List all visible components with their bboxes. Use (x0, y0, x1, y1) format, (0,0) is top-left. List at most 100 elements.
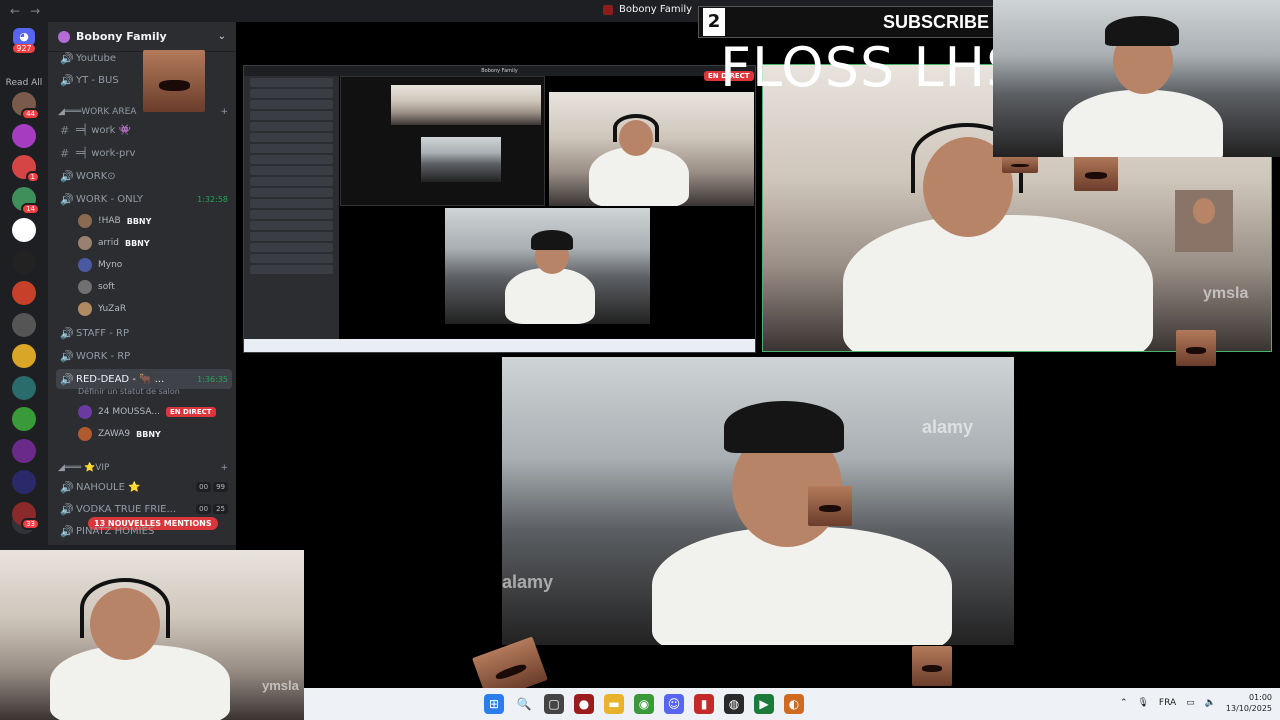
search-icon[interactable]: 🔍 (514, 694, 534, 714)
discord-icon[interactable]: ☺ (664, 694, 684, 714)
taskview-icon[interactable]: ▢ (544, 694, 564, 714)
server-icon[interactable] (12, 218, 36, 242)
server-icon[interactable] (12, 249, 36, 274)
meme-face-image (808, 486, 852, 526)
volume-icon[interactable]: 🔈 (1205, 698, 1216, 708)
channel-label: WORK - RP (76, 350, 131, 362)
voice-channel-icon: 🔊 (60, 51, 74, 65)
watermark-text: alamy (502, 572, 554, 592)
channel-item[interactable]: 🔊 NAHOULE ⭐ 00 99 (56, 477, 232, 497)
terminal-icon[interactable]: ▶ (754, 694, 774, 714)
channel-status[interactable]: Définir un statut de salon (78, 387, 180, 396)
voice-user[interactable]: !HAB BBNY (78, 211, 228, 231)
channel-category[interactable]: ◢═══ ⭐ VIP + (58, 461, 228, 475)
chrome-icon[interactable]: ◉ (634, 694, 654, 714)
server-icon[interactable] (12, 123, 36, 148)
channel-label: VODKA TRUE FRIE... (76, 503, 177, 515)
channel-item[interactable]: 🔊 Youtube (56, 48, 232, 68)
nested-taskbar (244, 339, 755, 352)
voice-user[interactable]: arrid BBNY (78, 233, 228, 253)
channel-label: ═╡ work-prv (76, 147, 136, 159)
nested-cam-room (549, 92, 754, 206)
server-icon[interactable] (12, 344, 36, 368)
chevron-down-icon[interactable]: ⌄ (218, 31, 226, 42)
forward-icon[interactable]: → (30, 4, 40, 18)
window-title: Bobony Family (603, 4, 692, 15)
voice-channel-icon: 🔊 (60, 169, 74, 183)
main-camera: alamy alamy (502, 357, 1014, 645)
channel-item[interactable]: 🔊 WORK - RP (56, 346, 232, 366)
clock[interactable]: 01:00 13/10/2025 (1226, 692, 1272, 714)
channel-category[interactable]: ◢═══ WORK AREA + (58, 105, 228, 119)
server-badge: 44 (21, 108, 40, 120)
windows-icon[interactable]: ⊞ (484, 694, 504, 714)
server-name: Bobony Family (76, 30, 167, 43)
meme-face-image (1002, 155, 1038, 173)
guest-camera (1175, 190, 1233, 252)
system-tray: ⌃ 🎙 FRA ▭ 🔈 01:00 13/10/2025 (1120, 692, 1272, 714)
server-icon[interactable]: 44 (12, 92, 40, 120)
watermark-text: ymsla (262, 678, 299, 693)
category-label: VIP (95, 463, 110, 473)
server-icon[interactable] (12, 470, 36, 494)
back-icon[interactable]: ← (10, 4, 20, 18)
server-icon[interactable]: 1 (12, 155, 40, 183)
read-all-button[interactable]: Read All (0, 78, 48, 88)
channel-item[interactable]: 🔊 WORK⊙ (56, 166, 232, 186)
app-red-icon[interactable]: ▮ (694, 694, 714, 714)
channel-item[interactable]: # ═╡ work 👾 (56, 120, 232, 140)
voice-channel-icon: 🔊 (60, 349, 74, 363)
display-icon[interactable]: ▭ (1186, 698, 1195, 708)
obs-icon[interactable]: ◍ (724, 694, 744, 714)
nested-thumb (391, 85, 461, 125)
server-icon[interactable] (12, 375, 36, 400)
text-channel-icon: # (60, 146, 70, 160)
voice-counts: 00 25 (196, 504, 232, 514)
server-icon (58, 30, 70, 43)
server-icon[interactable] (12, 407, 36, 431)
channel-item[interactable]: 🔊 PINATZ HOMIES (56, 521, 232, 541)
voice-user[interactable]: soft (78, 277, 228, 297)
count-badge: 00 (196, 504, 212, 514)
voice-user[interactable]: ZAWA9 BBNY (78, 424, 228, 444)
channel-item[interactable]: 🔊 YT - BUS (56, 70, 232, 90)
chevron-up-icon[interactable]: ⌃ (1120, 698, 1128, 708)
voice-counts: 00 99 (196, 482, 232, 492)
language-indicator[interactable]: FRA (1159, 698, 1176, 708)
voice-channel-icon: 🔊 (60, 73, 74, 87)
voice-channel-icon: 🔊 (60, 372, 74, 386)
nested-thumb (461, 85, 541, 125)
nested-cam-car (445, 208, 650, 324)
voice-user[interactable]: 24 MOUSSA... EN DIRECT (78, 402, 228, 422)
meme-face-image (1176, 330, 1216, 366)
channel-item[interactable]: # ═╡ work-prv (56, 143, 232, 163)
voice-user[interactable]: Myno (78, 255, 228, 275)
app-icon[interactable]: ● (574, 694, 594, 714)
channel-item[interactable]: 🔊 WORK - ONLY 1:32:58 (56, 189, 232, 209)
user-name: 24 MOUSSA... (98, 407, 160, 417)
channel-item[interactable]: 🔊 VODKA TRUE FRIE... 00 25 (56, 499, 232, 519)
taskbar: ⊞ 🔍 ▢ ● ▬ ◉ ☺ ▮ ◍ ▶ ◐ ⌃ 🎙 FRA ▭ 🔈 01:00 13/10/2025 (304, 688, 1280, 720)
meme-face-image (912, 646, 952, 686)
server-icon[interactable] (12, 312, 36, 337)
server-icon[interactable] (12, 438, 36, 463)
category-label: WORK AREA (81, 107, 137, 117)
explorer-icon[interactable]: ▬ (604, 694, 624, 714)
server-icon[interactable]: 33 (12, 501, 40, 530)
server-icon[interactable] (12, 281, 36, 305)
channel-label: NAHOULE ⭐ (76, 481, 141, 493)
voice-user[interactable]: YuZaR (78, 299, 228, 319)
text-channel-icon: # (60, 123, 70, 137)
nested-thumb (421, 137, 501, 182)
watermark-text: ymsla (1203, 285, 1249, 302)
microphone-icon[interactable]: 🎙 (1137, 698, 1148, 708)
dm-button[interactable]: ◕ 927 (8, 28, 40, 76)
avatar (78, 405, 92, 419)
channel-label: YT - BUS (76, 74, 119, 86)
stream-icon[interactable]: ◐ (784, 694, 804, 714)
server-icon[interactable]: 14 (12, 186, 40, 215)
add-channel-icon[interactable]: + (220, 463, 228, 473)
channel-item[interactable]: 🔊 RED-DEAD - 🐂 ... 1:36:35 (56, 369, 232, 389)
add-channel-icon[interactable]: + (220, 107, 228, 117)
channel-item[interactable]: 🔊 STAFF - RP (56, 323, 232, 343)
